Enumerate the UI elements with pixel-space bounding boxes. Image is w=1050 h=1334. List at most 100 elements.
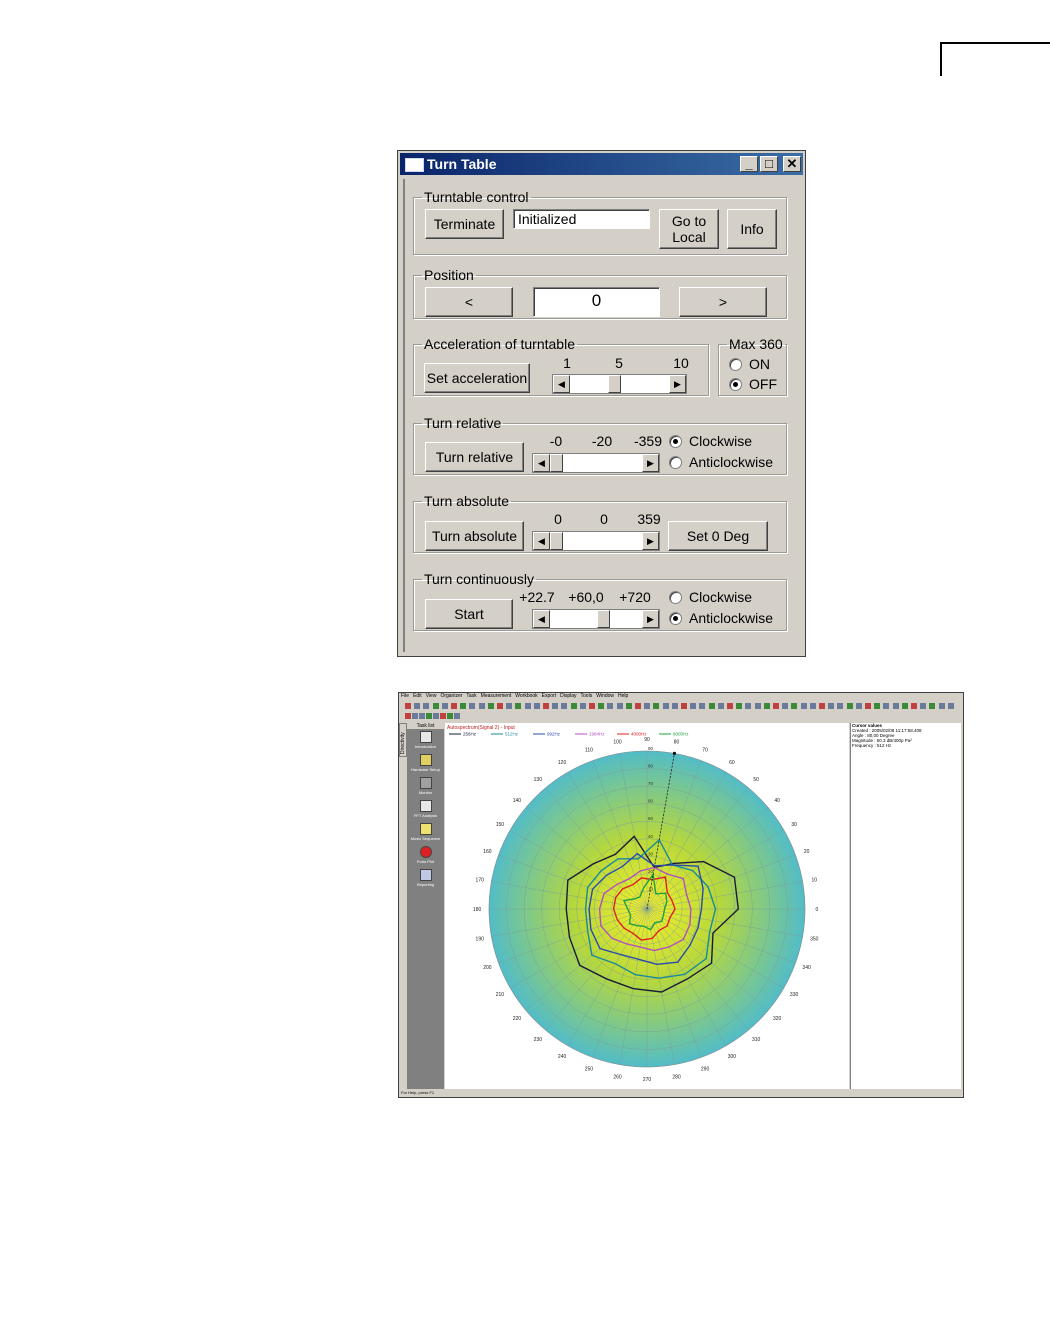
slider-left-arrow-icon[interactable]: ◀ bbox=[533, 454, 550, 472]
toolbar-tool-icon[interactable] bbox=[911, 703, 917, 709]
toolbar-tool-icon[interactable] bbox=[635, 703, 641, 709]
toolbar-tool-icon[interactable] bbox=[533, 703, 540, 709]
polar-chart[interactable]: Autospectrum(Signal 2) - Input 256Hz 512H… bbox=[445, 723, 849, 1089]
toolbar-tool-icon[interactable] bbox=[451, 703, 457, 709]
position-right-button[interactable]: > bbox=[679, 287, 767, 317]
acceleration-slider-thumb[interactable] bbox=[608, 375, 622, 393]
toolbar-tool-icon[interactable] bbox=[791, 703, 798, 709]
toolbar-tool-icon[interactable] bbox=[543, 703, 549, 709]
toolbar-tool-icon[interactable] bbox=[865, 703, 871, 709]
close-button[interactable]: ✕ bbox=[783, 156, 801, 172]
toolbar-tool-icon[interactable] bbox=[478, 703, 485, 709]
turn-absolute-slider[interactable]: ◀ ▶ bbox=[532, 531, 660, 551]
radio-icon[interactable] bbox=[729, 357, 742, 371]
toolbar-tool-icon[interactable] bbox=[524, 703, 531, 709]
toolbar-tool-icon[interactable] bbox=[727, 703, 733, 709]
max360-off-option[interactable]: OFF bbox=[729, 376, 777, 392]
toolbar-tool-icon[interactable] bbox=[405, 703, 411, 709]
task-item-monitor[interactable]: Monitor bbox=[407, 777, 444, 795]
toolbar-tool-icon[interactable] bbox=[809, 703, 816, 709]
toolbar-tool-icon[interactable] bbox=[892, 703, 899, 709]
toolbar-tool-icon[interactable] bbox=[681, 703, 687, 709]
toolbar-tool-icon[interactable] bbox=[773, 703, 779, 709]
toolbar-tool-icon[interactable] bbox=[855, 703, 862, 709]
info-button[interactable]: Info bbox=[727, 209, 777, 249]
radio-icon[interactable] bbox=[669, 590, 682, 604]
toolbar-tool-icon[interactable] bbox=[717, 703, 724, 709]
menu-item-window[interactable]: Window bbox=[596, 693, 614, 701]
toolbar-tool-icon[interactable] bbox=[433, 713, 439, 719]
toolbar-tool-icon[interactable] bbox=[405, 713, 411, 719]
menu-item-workbook[interactable]: Workbook bbox=[515, 693, 537, 701]
terminate-button[interactable]: Terminate bbox=[425, 209, 504, 239]
turn-absolute-slider-thumb[interactable] bbox=[550, 532, 563, 550]
toolbar-tool-icon[interactable] bbox=[819, 703, 825, 709]
toolbar-tool-icon[interactable] bbox=[699, 703, 706, 709]
toolbar-tool-icon[interactable] bbox=[454, 713, 460, 719]
toolbar-tool-icon[interactable] bbox=[414, 703, 421, 709]
menu-item-measurement[interactable]: Measurement bbox=[481, 693, 512, 701]
menu-item-tools[interactable]: Tools bbox=[581, 693, 593, 701]
toolbar-tool-icon[interactable] bbox=[901, 703, 908, 709]
max360-on-option[interactable]: ON bbox=[729, 356, 770, 372]
title-bar[interactable]: Turn Table _ □ ✕ bbox=[400, 153, 803, 175]
toolbar-tool-icon[interactable] bbox=[469, 703, 476, 709]
radio-icon[interactable] bbox=[729, 377, 742, 391]
toolbar-tool-icon[interactable] bbox=[552, 703, 559, 709]
slider-left-arrow-icon[interactable]: ◀ bbox=[553, 375, 570, 393]
toolbar-tool-icon[interactable] bbox=[423, 703, 430, 709]
toolbar-tool-icon[interactable] bbox=[487, 703, 494, 709]
toolbar-tool-icon[interactable] bbox=[929, 703, 936, 709]
slider-left-arrow-icon[interactable]: ◀ bbox=[533, 532, 550, 550]
acceleration-slider[interactable]: ◀ ▶ bbox=[552, 374, 687, 394]
slider-right-arrow-icon[interactable]: ▶ bbox=[642, 454, 659, 472]
task-item-hardware-setup[interactable]: Hardware Setup bbox=[407, 754, 444, 772]
polar-plot-area[interactable]: Autospectrum(Signal 2) - Input 256Hz 512H… bbox=[445, 723, 849, 1089]
toolbar-tool-icon[interactable] bbox=[515, 703, 522, 709]
position-value-field[interactable]: 0 bbox=[533, 287, 660, 317]
toolbar-tool-icon[interactable] bbox=[708, 703, 715, 709]
radio-icon[interactable] bbox=[669, 455, 682, 469]
menu-item-export[interactable]: Export bbox=[542, 693, 556, 701]
turn-relative-clockwise-option[interactable]: Clockwise bbox=[669, 433, 752, 449]
turn-continuously-clockwise-option[interactable]: Clockwise bbox=[669, 589, 752, 605]
toolbar-tool-icon[interactable] bbox=[598, 703, 605, 709]
toolbar-tool-icon[interactable] bbox=[671, 703, 678, 709]
position-left-button[interactable]: < bbox=[425, 287, 513, 317]
toolbar-tool-icon[interactable] bbox=[837, 703, 844, 709]
turn-continuously-slider-thumb[interactable] bbox=[597, 610, 611, 628]
toolbar-tool-icon[interactable] bbox=[690, 703, 697, 709]
task-item-fft-analysis[interactable]: FFT Analysis bbox=[407, 800, 444, 818]
menu-item-organizer[interactable]: Organizer bbox=[440, 693, 462, 701]
turn-relative-slider-thumb[interactable] bbox=[550, 454, 563, 472]
toolbar-tool-icon[interactable] bbox=[947, 703, 954, 709]
toolbar-tool-icon[interactable] bbox=[506, 703, 513, 709]
turn-continuously-anticlockwise-option[interactable]: Anticlockwise bbox=[669, 610, 773, 626]
toolbar-tool-icon[interactable] bbox=[736, 703, 743, 709]
radio-icon[interactable] bbox=[669, 434, 682, 448]
toolbar-tool-icon[interactable] bbox=[432, 703, 439, 709]
minimize-button[interactable]: _ bbox=[740, 156, 758, 172]
toolbar-tool-icon[interactable] bbox=[561, 703, 568, 709]
toolbar-tool-icon[interactable] bbox=[497, 703, 503, 709]
toolbar-tool-icon[interactable] bbox=[616, 703, 623, 709]
task-item-music-sequence[interactable]: Music Sequence bbox=[407, 823, 444, 841]
toolbar-tool-icon[interactable] bbox=[419, 713, 425, 719]
toolbar-tool-icon[interactable] bbox=[938, 703, 945, 709]
toolbar-tool-icon[interactable] bbox=[662, 703, 669, 709]
set-0-deg-button[interactable]: Set 0 Deg bbox=[668, 521, 768, 551]
radio-icon[interactable] bbox=[669, 611, 682, 625]
maximize-button[interactable]: □ bbox=[760, 156, 778, 172]
toolbar-tool-icon[interactable] bbox=[653, 703, 660, 709]
toolbar-tool-icon[interactable] bbox=[579, 703, 586, 709]
toolbar-tool-icon[interactable] bbox=[874, 703, 881, 709]
menu-item-file[interactable]: File bbox=[401, 693, 409, 701]
set-acceleration-button[interactable]: Set acceleration bbox=[424, 363, 530, 393]
toolbar-tool-icon[interactable] bbox=[754, 703, 761, 709]
toolbar-tool-icon[interactable] bbox=[589, 703, 595, 709]
menu-item-display[interactable]: Display bbox=[560, 693, 576, 701]
toolbar-tool-icon[interactable] bbox=[447, 713, 453, 719]
menu-item-view[interactable]: View bbox=[426, 693, 437, 701]
turn-continuously-slider[interactable]: ◀ ▶ bbox=[532, 609, 660, 629]
toolbar-tool-icon[interactable] bbox=[460, 703, 467, 709]
